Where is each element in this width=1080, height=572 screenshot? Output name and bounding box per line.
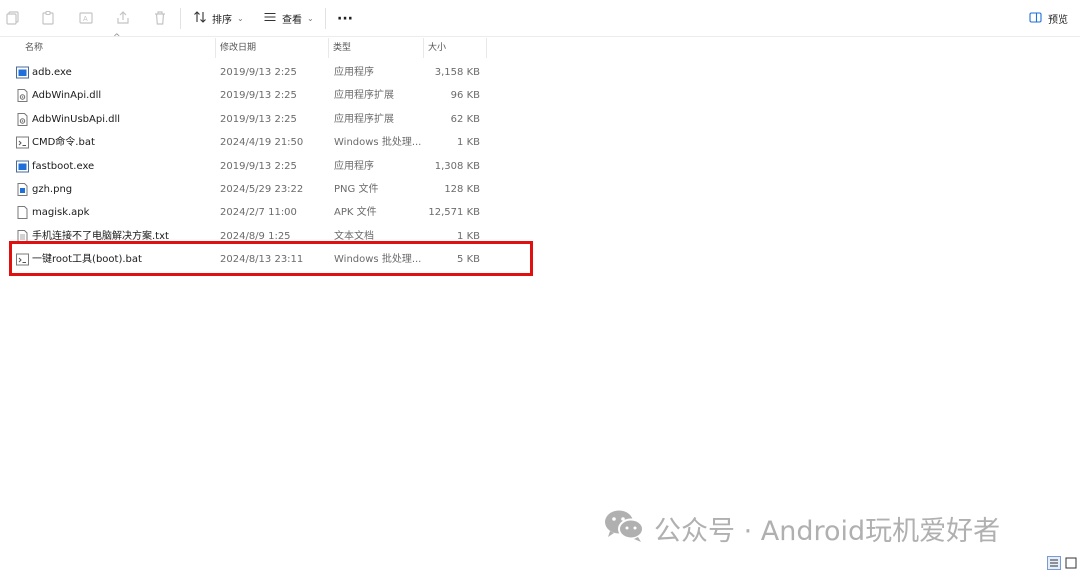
- file-size: 128 KB: [444, 184, 480, 195]
- file-size: 12,571 KB: [428, 207, 480, 219]
- file-date: 2019/9/13 2:25: [220, 67, 297, 78]
- column-divider[interactable]: [328, 38, 329, 58]
- preview-button[interactable]: 预览: [1029, 0, 1068, 37]
- wechat-icon: [602, 507, 654, 550]
- file-row[interactable]: adb.exe 2019/9/13 2:25 应用程序 3,158 KB: [0, 61, 540, 84]
- file-size: 62 KB: [450, 113, 480, 125]
- exe-icon: [16, 66, 29, 79]
- file-date: 2019/9/13 2:25: [220, 90, 297, 102]
- view-icon: [263, 10, 277, 27]
- chevron-down-icon: ⌄: [307, 14, 314, 23]
- column-divider[interactable]: [423, 38, 424, 58]
- file-date: 2019/9/13 2:25: [220, 160, 297, 172]
- file-date: 2024/4/19 21:50: [220, 137, 304, 149]
- dll-icon: [16, 89, 29, 103]
- more-options-button[interactable]: ···: [337, 0, 353, 37]
- file-name: CMD命令.bat: [32, 137, 95, 149]
- file-size: 3,158 KB: [434, 67, 480, 78]
- file-name: AdbWinUsbApi.dll: [32, 113, 121, 125]
- column-divider[interactable]: [486, 38, 487, 58]
- file-type: Windows 批处理...: [334, 137, 422, 149]
- file-size: 96 KB: [450, 90, 480, 102]
- delete-icon[interactable]: [152, 10, 168, 26]
- file-name: adb.exe: [32, 67, 72, 78]
- column-header-size[interactable]: 大小: [428, 40, 446, 56]
- toolbar-divider: [325, 8, 326, 29]
- file-type: APK 文件: [334, 207, 377, 219]
- file-type: PNG 文件: [334, 184, 379, 195]
- rename-icon[interactable]: A: [78, 10, 94, 26]
- file-row[interactable]: CMD命令.bat 2024/4/19 21:50 Windows 批处理... 1 …: [0, 131, 540, 154]
- view-label: 查看: [282, 15, 302, 26]
- file-date: 2024/2/7 11:00: [220, 207, 297, 219]
- sort-button[interactable]: 排序 ⌄: [193, 0, 244, 37]
- view-button[interactable]: 查看 ⌄: [263, 0, 314, 37]
- command-bar: A 排序 ⌄ 查看 ⌄ ··· 预览: [0, 0, 1080, 37]
- file-size: 1 KB: [457, 137, 480, 149]
- watermark: 公众号 · Android玩机爱好者: [602, 507, 1000, 549]
- sort-icon: [193, 10, 207, 27]
- details-view-icon[interactable]: [1047, 556, 1061, 570]
- file-type: 应用程序扩展: [334, 113, 394, 125]
- file-row[interactable]: AdbWinApi.dll 2019/9/13 2:25 应用程序扩展 96 KB: [0, 84, 540, 107]
- more-label: ···: [337, 10, 353, 27]
- preview-label: 预览: [1048, 15, 1068, 26]
- file-name: magisk.apk: [32, 207, 90, 219]
- svg-text:A: A: [83, 16, 88, 23]
- file-row[interactable]: fastboot.exe 2019/9/13 2:25 应用程序 1,308 KB: [0, 155, 540, 178]
- file-row[interactable]: magisk.apk 2024/2/7 11:00 APK 文件 12,571 KB: [0, 201, 540, 224]
- file-type: 应用程序扩展: [334, 90, 394, 102]
- file-row[interactable]: AdbWinUsbApi.dll 2019/9/13 2:25 应用程序扩展 62 K…: [0, 108, 540, 131]
- dll-icon: [16, 112, 29, 126]
- highlight-box: [9, 241, 533, 276]
- file-name: gzh.png: [32, 184, 73, 195]
- copy-icon[interactable]: [5, 10, 21, 26]
- exe-icon: [16, 160, 29, 173]
- png-icon: [16, 183, 29, 196]
- apk-icon: [16, 206, 29, 220]
- bat-icon: [16, 136, 29, 149]
- column-header-name[interactable]: 名称: [25, 40, 43, 56]
- file-name: AdbWinApi.dll: [32, 90, 102, 102]
- paste-icon[interactable]: [40, 10, 56, 26]
- file-type: 应用程序: [334, 67, 374, 78]
- share-icon[interactable]: [115, 10, 131, 26]
- preview-pane-icon: [1029, 11, 1042, 27]
- column-divider[interactable]: [215, 38, 216, 58]
- file-date: 2019/9/13 2:25: [220, 113, 297, 125]
- chevron-down-icon: ⌄: [237, 14, 244, 23]
- sort-ascending-icon: ^: [113, 33, 121, 43]
- column-header-date[interactable]: 修改日期: [220, 40, 256, 56]
- sort-label: 排序: [212, 15, 232, 26]
- file-type: 应用程序: [334, 160, 374, 172]
- column-header-type[interactable]: 类型: [333, 40, 351, 56]
- toolbar-divider: [180, 8, 181, 29]
- file-size: 1,308 KB: [434, 160, 480, 172]
- file-date: 2024/5/29 23:22: [220, 184, 304, 195]
- watermark-text: 公众号 · Android玩机爱好者: [654, 515, 1001, 547]
- tiles-view-icon[interactable]: [1064, 556, 1078, 570]
- file-name: fastboot.exe: [32, 160, 95, 172]
- file-row[interactable]: gzh.png 2024/5/29 23:22 PNG 文件 128 KB: [0, 178, 540, 201]
